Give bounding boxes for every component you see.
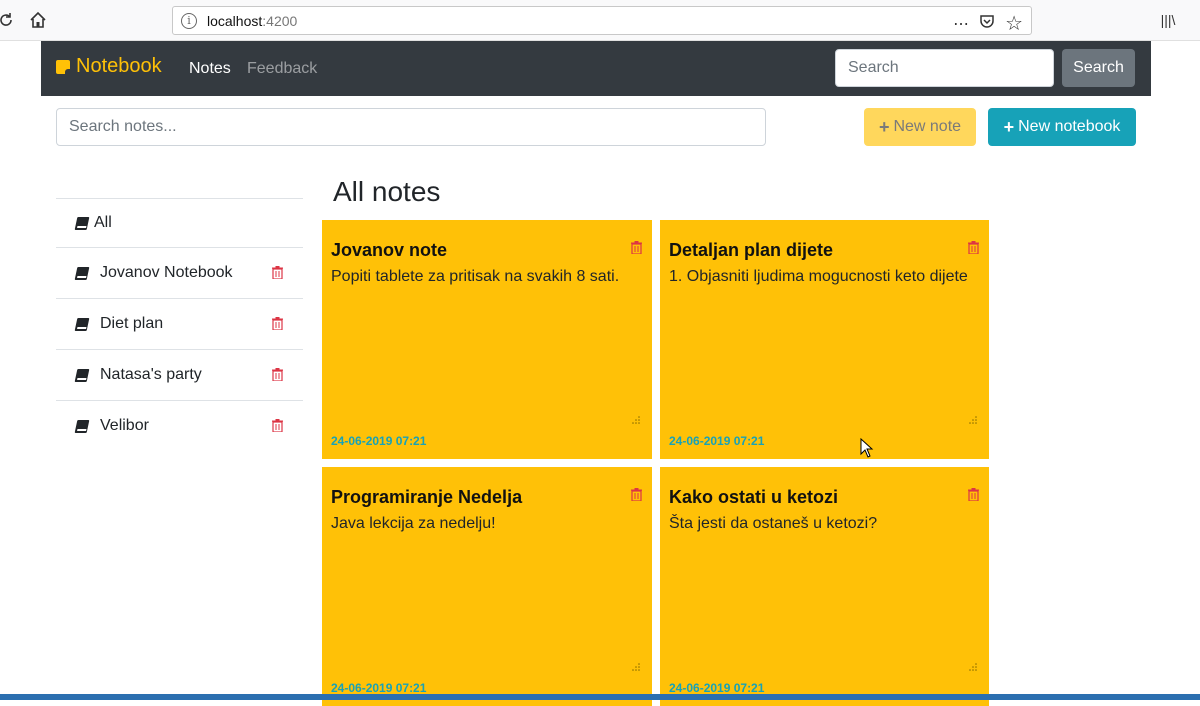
new-notebook-button[interactable]: + New notebook [988, 108, 1136, 146]
home-icon[interactable] [26, 8, 50, 32]
note-date: 24-06-2019 07:21 [331, 681, 427, 695]
more-actions-icon[interactable]: ⋯ [953, 14, 969, 34]
note-title: Detaljan plan dijete [669, 240, 834, 260]
note-body: Java lekcija za nedelju! [331, 515, 496, 532]
notebook-sidebar: All Jovanov Notebook Diet plan Natasa's … [56, 198, 303, 451]
pocket-icon[interactable] [979, 13, 995, 34]
sidebar-item-all[interactable]: All [56, 198, 303, 247]
navbar-search-input[interactable] [835, 49, 1054, 87]
sidebar-item-label: All [94, 214, 112, 231]
note-date: 24-06-2019 07:21 [331, 434, 427, 448]
resize-grip-icon[interactable] [969, 416, 977, 424]
resize-grip-icon[interactable] [632, 416, 640, 424]
new-note-button[interactable]: + New note [864, 108, 976, 146]
navbar: Notebook Notes Feedback Search [41, 41, 1151, 96]
note-body: Popiti tablete za pritisak na svakih 8 s… [331, 268, 620, 285]
note-card[interactable]: Kako ostati u ketozi Šta jesti da ostane… [660, 467, 989, 706]
brand-label: Notebook [76, 55, 162, 77]
sidebar-item-label: Natasa's party [100, 366, 202, 383]
info-icon[interactable]: i [181, 12, 197, 29]
note-card[interactable]: Programiranje Nedelja Java lekcija za ne… [322, 467, 652, 706]
page-title: All notes [333, 176, 441, 207]
note-date: 24-06-2019 07:21 [669, 681, 765, 695]
trash-icon[interactable] [968, 241, 979, 254]
book-icon [74, 266, 90, 280]
sidebar-item-label: Jovanov Notebook [100, 264, 233, 281]
resize-grip-icon[interactable] [969, 663, 977, 671]
book-icon [74, 368, 90, 382]
plus-icon: + [1003, 116, 1015, 137]
trash-icon[interactable] [272, 368, 283, 381]
trash-icon[interactable] [631, 241, 642, 254]
browser-toolbar: i localhost:4200 ⋯ ☆ |||\ [0, 0, 1200, 41]
trash-icon[interactable] [272, 266, 283, 279]
url-text: localhost:4200 [207, 12, 298, 29]
resize-grip-icon[interactable] [632, 663, 640, 671]
trash-icon[interactable] [968, 488, 979, 501]
bookmark-star-icon[interactable]: ☆ [1005, 11, 1023, 36]
trash-icon[interactable] [631, 488, 642, 501]
note-body: Šta jesti da ostaneš u ketozi? [669, 515, 878, 532]
search-notes-input[interactable] [56, 108, 766, 146]
address-bar[interactable]: i localhost:4200 ⋯ ☆ [172, 6, 1032, 35]
new-notebook-label: New notebook [1018, 118, 1121, 135]
url-actions: ⋯ ☆ [953, 11, 1023, 36]
sidebar-item-notebook[interactable]: Velibor [56, 400, 303, 451]
mouse-cursor-icon [860, 438, 874, 458]
sidebar-item-label: Diet plan [100, 315, 164, 332]
sidebar-item-label: Velibor [100, 417, 149, 434]
new-note-label: New note [893, 118, 962, 135]
note-card[interactable]: Detaljan plan dijete 1. Objasniti ljudim… [660, 220, 989, 459]
note-title: Programiranje Nedelja [331, 487, 523, 507]
trash-icon[interactable] [272, 419, 283, 432]
note-card[interactable]: Jovanov note Popiti tablete za pritisak … [322, 220, 652, 459]
nav-link-feedback[interactable]: Feedback [247, 60, 317, 78]
book-icon [74, 216, 90, 230]
sidebar-item-notebook[interactable]: Diet plan [56, 298, 303, 349]
sidebar-item-notebook[interactable]: Natasa's party [56, 349, 303, 400]
brand[interactable]: Notebook [56, 55, 162, 78]
note-title: Kako ostati u ketozi [669, 487, 839, 507]
reload-icon[interactable] [0, 8, 18, 32]
note-date: 24-06-2019 07:21 [669, 434, 765, 448]
trash-icon[interactable] [272, 317, 283, 330]
sidebar-item-notebook[interactable]: Jovanov Notebook [56, 247, 303, 298]
plus-icon: + [878, 116, 890, 137]
os-taskbar [0, 694, 1200, 700]
note-title: Jovanov note [331, 240, 448, 260]
note-body: 1. Objasniti ljudima mogucnosti keto dij… [669, 268, 968, 285]
book-icon [74, 419, 90, 433]
library-icon[interactable]: |||\ [1156, 8, 1180, 32]
sticky-note-icon [56, 59, 70, 74]
book-icon [74, 317, 90, 331]
navbar-search-button[interactable]: Search [1062, 49, 1135, 87]
nav-link-notes[interactable]: Notes [189, 60, 231, 78]
